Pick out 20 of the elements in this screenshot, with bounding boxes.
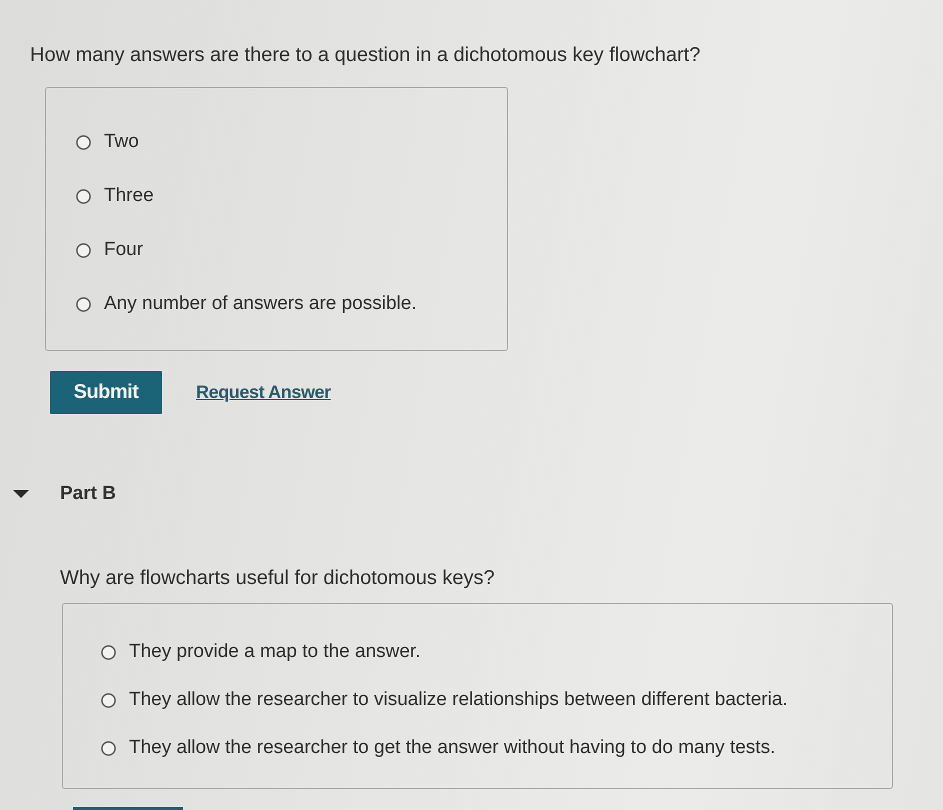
radio-button[interactable] (101, 740, 116, 756)
radio-button[interactable] (76, 188, 91, 204)
option-label[interactable]: Two (104, 130, 139, 154)
question-text: How many answers are there to a question in a dichotomous key flowchart? (30, 43, 700, 67)
part-title[interactable]: Part B (60, 483, 116, 505)
radio-button[interactable] (76, 296, 91, 312)
caret-icon[interactable] (12, 489, 30, 499)
radio-button[interactable] (76, 134, 91, 150)
option-label[interactable]: Any number of answers are possible. (104, 292, 417, 316)
question-text: Why are flowcharts useful for dichotomous keys? (60, 566, 495, 590)
radio-button[interactable] (101, 644, 116, 660)
option-label[interactable]: Three (104, 184, 154, 208)
radio-button[interactable] (101, 692, 116, 708)
submit-button[interactable]: Submit (50, 371, 162, 414)
radio-button[interactable] (76, 242, 91, 258)
option-label[interactable]: They allow the researcher to get the answer without having to do many tests. (129, 736, 776, 760)
option-label[interactable]: They provide a map to the answer. (129, 640, 420, 664)
request-answer-link[interactable]: Request Answer (196, 382, 331, 403)
option-label[interactable]: Four (104, 238, 144, 262)
option-label[interactable]: They allow the researcher to visualize relationships between different bacteria. (129, 688, 788, 712)
